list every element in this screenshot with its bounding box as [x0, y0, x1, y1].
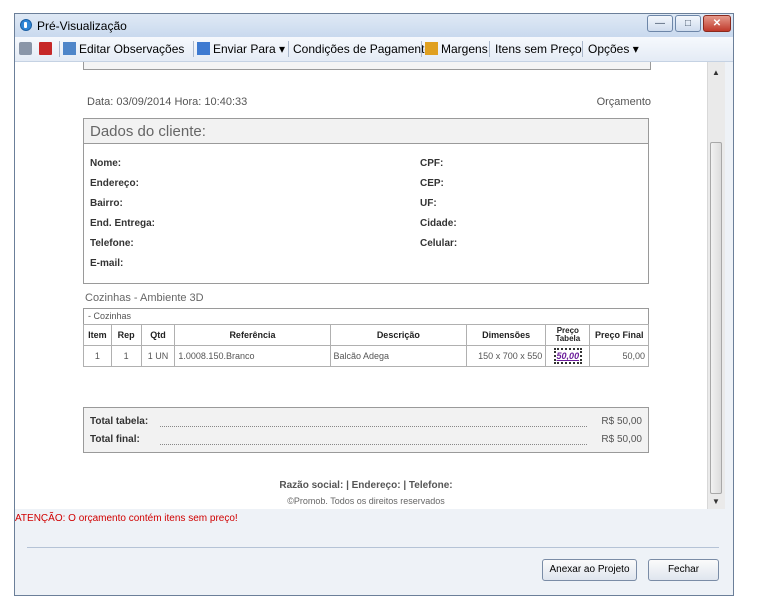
scroll-up-arrow-icon[interactable]: ▲	[712, 68, 720, 77]
print-icon[interactable]	[19, 41, 35, 57]
cell-item: 1	[83, 345, 112, 367]
footer-company-info: Razão social: | Endereço: | Telefone:	[279, 480, 453, 491]
document-type-label: Orçamento	[596, 96, 651, 108]
column-header: Rep	[110, 324, 142, 346]
client-field-cep: CEP:	[420, 178, 444, 189]
client-field-name: Nome:	[90, 158, 122, 169]
minimize-button[interactable]: —	[647, 15, 673, 32]
cell-reference: 1.0008.150.Branco	[174, 345, 331, 367]
client-field-district: Bairro:	[90, 198, 123, 209]
maximize-button[interactable]: □	[675, 15, 701, 32]
cell-rep: 1	[110, 345, 142, 367]
cell-description: Balcão Adega	[329, 345, 468, 367]
client-field-email: E-mail:	[90, 258, 124, 269]
totals-box: Total tabela: R$ 50,00 Total final: R$ 5…	[83, 407, 649, 453]
section-title: Cozinhas - Ambiente 3D	[85, 292, 204, 304]
footer-copyright: ©Promob. Todos os direitos reservados	[287, 496, 445, 506]
toolbar-separator	[193, 41, 194, 57]
pdf-icon[interactable]	[39, 41, 55, 57]
vertical-scrollbar[interactable]: ▲ ▼	[707, 62, 725, 509]
attach-to-project-button[interactable]: Anexar ao Projeto	[542, 559, 637, 581]
column-header: Dimensões	[466, 324, 547, 346]
items-table: Item Rep Qtd Referência Descrição Dimens…	[83, 324, 649, 367]
column-header: Preço Final	[589, 324, 649, 346]
payment-terms-button[interactable]: Condições de Pagamento	[293, 41, 431, 57]
items-without-price-button[interactable]: Itens sem Preço	[495, 41, 582, 57]
send-icon	[197, 42, 210, 55]
cell-dimensions: 150 x 700 x 550	[466, 345, 547, 367]
column-header: Preço Tabela	[545, 324, 591, 346]
margins-button[interactable]: Margens	[425, 41, 488, 57]
edit-notes-button[interactable]: Editar Observações	[63, 41, 184, 57]
title-bar: Pré-Visualização — □ ✕	[15, 14, 733, 37]
cell-table-price[interactable]: 50,00	[545, 345, 591, 367]
toolbar-separator	[489, 41, 490, 57]
percent-icon	[425, 42, 438, 55]
cell-final-price: 50,00	[589, 345, 649, 367]
table-row: 1 1 1 UN 1.0008.150.Branco Balcão Adega …	[83, 345, 649, 367]
client-field-delivery-address: End. Entrega:	[90, 218, 156, 229]
toolbar: Editar Observações Enviar Para ▾ Condiçõ…	[15, 37, 733, 62]
client-field-mobile: Celular:	[420, 238, 458, 249]
date-time-label: Data: 03/09/2014 Hora: 10:40:33	[87, 96, 248, 108]
client-header-title: Dados do cliente:	[90, 123, 206, 140]
column-header: Referência	[174, 324, 331, 346]
group-label-row: - Cozinhas	[83, 308, 649, 324]
close-window-button[interactable]: ✕	[703, 15, 731, 32]
toolbar-separator	[421, 41, 422, 57]
dotted-leader	[160, 426, 587, 427]
column-header: Item	[83, 324, 112, 346]
client-field-city: Cidade:	[420, 218, 457, 229]
client-info-box: Nome: Endereço: Bairro: End. Entrega: Te…	[83, 144, 649, 284]
total-table-label: Total tabela:	[90, 416, 149, 427]
app-icon	[20, 19, 32, 31]
footer-divider	[27, 547, 719, 548]
column-header: Qtd	[140, 324, 176, 346]
preview-page: Data: 03/09/2014 Hora: 10:40:33 Orçament…	[65, 62, 655, 509]
scroll-down-arrow-icon[interactable]: ▼	[712, 497, 720, 506]
total-final-row: Total final: R$ 50,00	[90, 434, 642, 448]
toolbar-separator	[582, 41, 583, 57]
total-final-label: Total final:	[90, 434, 140, 445]
group-label: - Cozinhas	[88, 311, 132, 321]
toolbar-separator	[288, 41, 289, 57]
client-field-cpf: CPF:	[420, 158, 444, 169]
dotted-leader	[160, 444, 587, 445]
column-header: Descrição	[329, 324, 468, 346]
total-table-row: Total tabela: R$ 50,00	[90, 416, 642, 430]
toolbar-separator	[59, 41, 60, 57]
client-field-phone: Telefone:	[90, 238, 134, 249]
previous-page-edge	[83, 62, 651, 70]
missing-price-warning: ATENÇÃO: O orçamento contém itens sem pr…	[15, 513, 238, 524]
scrollbar-thumb[interactable]	[710, 142, 722, 494]
options-button[interactable]: Opções ▾	[588, 41, 639, 57]
preview-window: Pré-Visualização — □ ✕ Editar Observaçõe…	[14, 13, 734, 596]
total-table-value: R$ 50,00	[601, 416, 642, 427]
cell-qty: 1 UN	[140, 345, 176, 367]
client-field-address: Endereço:	[90, 178, 139, 189]
preview-document-area[interactable]: Data: 03/09/2014 Hora: 10:40:33 Orçament…	[15, 62, 707, 509]
edit-icon	[63, 42, 76, 55]
window-title: Pré-Visualização	[37, 19, 127, 33]
table-price-link[interactable]: 50,00	[553, 348, 583, 364]
table-header-row: Item Rep Qtd Referência Descrição Dimens…	[83, 324, 649, 346]
client-header-box: Dados do cliente:	[83, 118, 649, 144]
close-button[interactable]: Fechar	[648, 559, 719, 581]
total-final-value: R$ 50,00	[601, 434, 642, 445]
client-field-uf: UF:	[420, 198, 437, 209]
send-to-button[interactable]: Enviar Para ▾	[197, 41, 285, 57]
